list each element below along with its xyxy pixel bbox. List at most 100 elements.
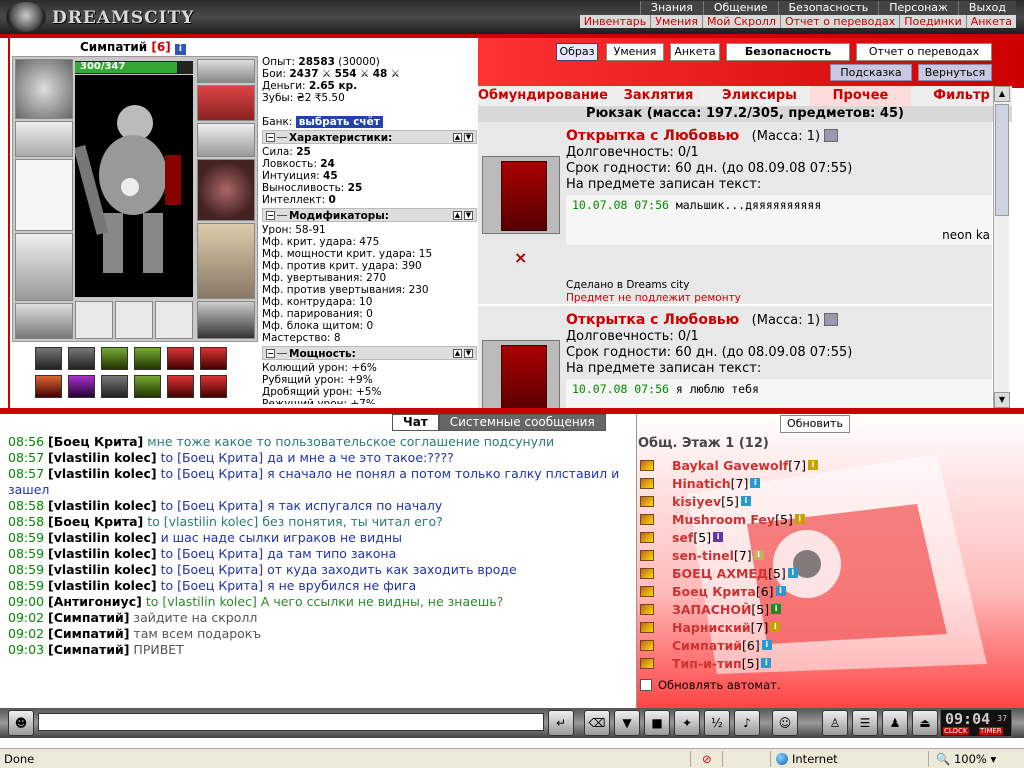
shield-slot[interactable] [197, 159, 255, 221]
gloves-slot[interactable] [197, 123, 255, 157]
sound-icon[interactable]: ♪ [734, 710, 760, 736]
user-info-icon[interactable]: i [794, 514, 805, 524]
tab-obmundirovanie[interactable]: Обмундирование [478, 86, 608, 106]
dreamscity-logo[interactable]: DREAMSCITY [6, 2, 193, 32]
private-message-icon[interactable] [640, 477, 654, 489]
zoom-control[interactable]: 🔍 100% ▾ [936, 752, 996, 766]
submenu-anketa[interactable]: Анкета [967, 15, 1016, 28]
chat-recipient[interactable]: to [Боец Крита] [161, 450, 264, 465]
menu-vykhod[interactable]: Выход [957, 1, 1016, 15]
empty-slot-1[interactable] [75, 301, 113, 339]
user-name[interactable]: Боец Крита [672, 584, 756, 599]
scroll-thumb[interactable] [995, 104, 1009, 216]
group-icon[interactable]: ☰ [852, 710, 878, 736]
user-name[interactable]: БОЕЦ АХМЕД [672, 566, 768, 581]
belt-item-8[interactable] [68, 375, 95, 398]
user-info-icon[interactable]: i [771, 604, 782, 614]
amulet-slot[interactable] [197, 85, 255, 121]
chat-author[interactable]: [vlastilin kolec] [48, 466, 157, 481]
belt-item-7[interactable] [35, 375, 62, 398]
runner-icon[interactable]: ✦ [674, 710, 700, 736]
user-name[interactable]: Mushroom Fey [672, 512, 775, 527]
exit-icon[interactable]: ⏏ [912, 710, 938, 736]
online-user[interactable]: БОЕЦ АХМЕД [5] i [640, 564, 940, 582]
anketa-button[interactable]: Анкета [670, 43, 720, 61]
menu-obshchenie[interactable]: Общение [702, 1, 778, 15]
otchet-button[interactable]: Отчет о переводах [856, 43, 992, 61]
chat-author[interactable]: [Боец Крита] [48, 514, 143, 529]
empty-slot-3[interactable] [155, 301, 193, 339]
belt-slot[interactable] [15, 303, 73, 339]
bezopasnost-button[interactable]: Безопасность [726, 43, 850, 61]
chat-author[interactable]: [vlastilin kolec] [48, 546, 157, 561]
online-user[interactable]: Боец Крита [6] i [640, 582, 940, 600]
online-user[interactable]: sef [5] i [640, 528, 940, 546]
submenu-moy-skroll[interactable]: Мой Скролл [703, 15, 781, 28]
earrings-slot[interactable] [197, 59, 255, 83]
user-info-icon[interactable]: i [750, 478, 761, 488]
user-name[interactable]: ЗАПАСНОЙ [672, 602, 751, 617]
armor-slot[interactable] [15, 233, 73, 301]
chat-author[interactable]: [Антигониус] [48, 594, 142, 609]
arrow-up-icon[interactable]: ▲ [453, 133, 462, 142]
bracers-slot[interactable] [15, 121, 73, 157]
user-info-icon[interactable]: i [753, 550, 764, 560]
belt-item-1[interactable] [35, 347, 62, 370]
blocked-icon[interactable]: ⊘ [702, 752, 712, 766]
mirror-icon[interactable]: ♙ [822, 710, 848, 736]
speaker-icon[interactable]: ☻ [8, 710, 34, 736]
online-user[interactable]: Симпатий [6] i [640, 636, 940, 654]
chat-recipient[interactable]: to [vlastilin kolec] [146, 594, 257, 609]
user-name[interactable]: Нарниский [672, 620, 751, 635]
user-info-icon[interactable]: i [787, 568, 798, 578]
chat-recipient[interactable]: to [Боец Крита] [161, 498, 264, 513]
filter-icon[interactable]: ▼ [614, 710, 640, 736]
collapse-icon[interactable]: − [266, 349, 275, 358]
chat-recipient[interactable]: to [Боец Крита] [161, 466, 264, 481]
belt-item-2[interactable] [68, 347, 95, 370]
arrow-down-icon[interactable]: ▼ [464, 349, 473, 358]
private-message-icon[interactable] [640, 567, 654, 579]
tab-chat[interactable]: Чат [392, 414, 439, 431]
scroll-down-icon[interactable]: ▼ [994, 392, 1010, 408]
private-message-icon[interactable] [640, 657, 654, 669]
user-name[interactable]: Baykal Gavewolf [672, 458, 788, 473]
chat-author[interactable]: [vlastilin kolec] [48, 530, 157, 545]
chat-author[interactable]: [Симпатий] [48, 626, 129, 641]
private-message-icon[interactable] [640, 603, 654, 615]
user-info-icon[interactable]: i [808, 460, 819, 470]
auto-refresh-checkbox[interactable] [640, 679, 652, 691]
chat-author[interactable]: [vlastilin kolec] [48, 450, 157, 465]
weapon-slot[interactable] [15, 159, 73, 231]
arrow-up-icon[interactable]: ▲ [453, 349, 462, 358]
back-button[interactable]: Вернуться [918, 64, 992, 81]
bank-select-button[interactable]: выбрать счёт [295, 116, 383, 128]
eraser-icon[interactable]: ⌫ [584, 710, 610, 736]
auto-refresh[interactable]: Обновлять автомат. [640, 678, 781, 692]
helmet-slot[interactable] [15, 59, 73, 119]
tab-zaklyatiya[interactable]: Заклятия [607, 86, 709, 106]
tab-prochee[interactable]: Прочее [810, 86, 912, 106]
chat-author[interactable]: [Боец Крита] [48, 434, 143, 449]
user-info-icon[interactable]: i [775, 586, 786, 596]
fraction-icon[interactable]: ½ [704, 710, 730, 736]
private-message-icon[interactable] [640, 639, 654, 651]
chat-input[interactable] [38, 713, 544, 731]
pants-slot[interactable] [197, 223, 255, 299]
online-user[interactable]: Hinatich [7] i [640, 474, 940, 492]
delete-icon[interactable]: × [514, 248, 527, 267]
arrow-down-icon[interactable]: ▼ [464, 133, 473, 142]
send-icon[interactable]: ↵ [548, 710, 574, 736]
obraz-button[interactable]: Образ [556, 43, 598, 61]
chat-recipient[interactable]: to [Боец Крита] [161, 546, 264, 561]
save-icon[interactable]: ■ [644, 710, 670, 736]
belt-item-10[interactable] [134, 375, 161, 398]
user-info-icon[interactable]: i [770, 622, 781, 632]
chat-author[interactable]: [vlastilin kolec] [48, 578, 157, 593]
boots-slot[interactable] [197, 301, 255, 339]
belt-item-11[interactable] [167, 375, 194, 398]
online-user[interactable]: Mushroom Fey [5] i [640, 510, 940, 528]
online-user[interactable]: Нарниский [7] i [640, 618, 940, 636]
private-message-icon[interactable] [640, 531, 654, 543]
online-user[interactable]: Тип-и-тип [5] i [640, 654, 940, 672]
